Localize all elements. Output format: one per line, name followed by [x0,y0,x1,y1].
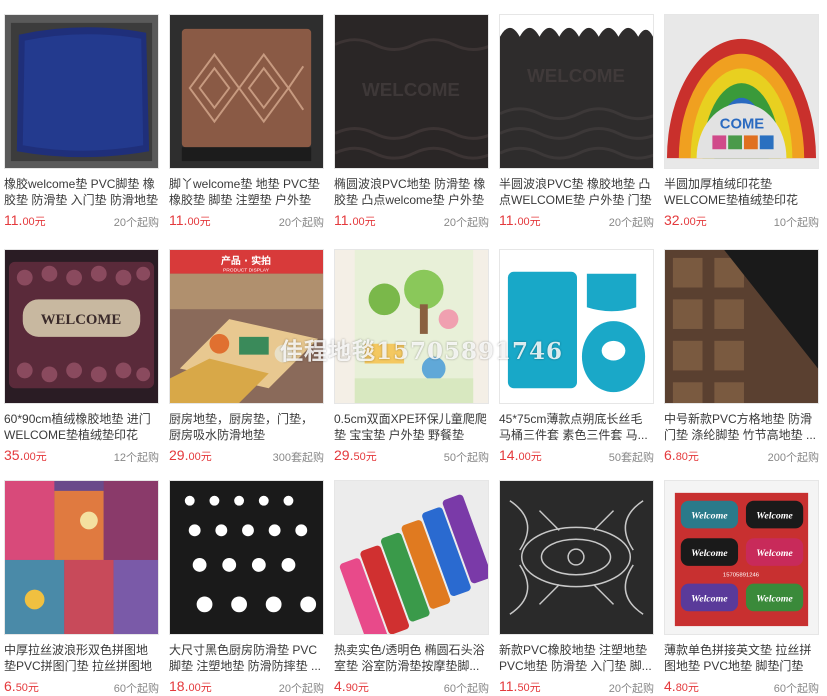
product-title[interactable]: 厨房地垫，厨房垫，门垫，厨房吸水防滑地垫 [169,411,324,443]
svg-text:Welcome: Welcome [756,548,793,559]
product-price: 6.80元 [664,447,699,463]
min-order: 20个起购 [278,217,324,229]
product-title[interactable]: 大尺寸黑色厨房防滑垫 PVC脚垫 注塑地垫 防滑防摔垫 ... [169,642,324,674]
min-order: 10个起购 [773,217,819,229]
min-order: 200个起购 [767,452,819,464]
svg-text:WELCOME: WELCOME [527,65,625,86]
product-image[interactable]: WELCOME [4,249,159,404]
product-image[interactable] [664,249,819,404]
diamond-pattern-doormat-icon [170,15,323,168]
watermark-text: 佳程地毯15705891746 [280,338,564,365]
product-price: 6.50元 [4,678,39,694]
product-price: 11.00元 [169,212,211,228]
product-image[interactable]: WELCOME [334,14,489,169]
black-hole-mat-icon [170,481,323,634]
product-title[interactable]: 中号新款PVC方格地垫 防滑门垫 涤纶脚垫 竹节高地垫 ... [664,411,819,443]
svg-text:产品 · 实拍: 产品 · 实拍 [221,254,271,267]
product-title[interactable]: 热卖实色/透明色 椭圆石头浴室垫 浴室防滑垫按摩垫脚... [334,642,489,674]
product-image[interactable] [499,480,654,635]
product-image[interactable]: COME [664,14,819,169]
floral-welcome-mat-icon: WELCOME [5,250,158,403]
min-order: 20个起购 [608,683,654,695]
svg-text:Welcome: Welcome [691,593,728,604]
svg-text:WELCOME: WELCOME [362,79,460,100]
min-order: 60个起购 [443,683,489,695]
product-price: 35.00元 [4,447,47,463]
product-image[interactable]: WELCOME [499,14,654,169]
product-image[interactable]: 产品 · 实拍 PRODUCT DISPLAY [169,249,324,404]
min-order: 60个起购 [113,683,159,695]
min-order: 50个起购 [443,452,489,464]
svg-text:15705891246: 15705891246 [723,573,760,579]
product-price: 11.00元 [334,212,376,228]
min-order: 20个起购 [113,217,159,229]
svg-text:Welcome: Welcome [691,548,728,559]
svg-text:Welcome: Welcome [756,593,793,604]
svg-text:COME: COME [720,117,765,133]
product-title[interactable]: 中厚拉丝波浪形双色拼图地垫PVC拼图门垫 拉丝拼图地垫 [4,642,159,674]
product-price: 18.00元 [169,678,212,694]
min-order: 60个起购 [773,683,819,695]
product-price: 32.00元 [664,212,707,228]
welcome-wave-doormat-icon: WELCOME [335,15,488,168]
product-image[interactable] [334,249,489,404]
product-price: 11.00元 [4,212,46,228]
product-title[interactable]: 0.5cm双面XPE环保儿童爬爬垫 宝宝垫 户外垫 野餐垫 [334,411,489,443]
product-price: 11.00元 [499,212,541,228]
kids-play-mat-icon [335,250,488,403]
bath-mat-set-icon [500,250,653,403]
blue-doormat-icon [5,15,158,168]
product-title[interactable]: 椭圆波浪PVC地垫 防滑垫 橡胶垫 凸点welcome垫 户外垫 [334,176,489,208]
svg-text:PRODUCT DISPLAY: PRODUCT DISPLAY [223,268,270,274]
product-image[interactable] [499,249,654,404]
min-order: 20个起购 [608,217,654,229]
lace-pattern-mat-icon [500,481,653,634]
bath-pebble-mat-icon [335,481,488,634]
product-image[interactable]: Welcome Welcome Welcome Welcome Welcome … [664,480,819,635]
min-order: 20个起购 [278,683,324,695]
product-title[interactable]: 半圆波浪PVC垫 橡胶地垫 凸点WELCOME垫 户外垫 门垫 [499,176,654,208]
product-image[interactable] [4,480,159,635]
product-price: 14.00元 [499,447,542,463]
min-order: 50套起购 [608,452,654,464]
product-title[interactable]: 橡胶welcome垫 PVC脚垫 橡胶垫 防滑垫 入门垫 防滑地垫 [4,176,159,208]
svg-text:Welcome: Welcome [691,511,728,522]
product-price: 29.50元 [334,447,377,463]
product-price: 29.00元 [169,447,212,463]
svg-text:WELCOME: WELCOME [41,312,122,328]
puzzle-mat-stack-icon [5,481,158,634]
product-price: 4.90元 [334,678,369,694]
rainbow-welcome-mat-icon: COME [665,15,818,168]
product-title[interactable]: 半圆加厚植绒印花垫 WELCOME垫植绒垫印花脚... [664,176,819,208]
min-order: 12个起购 [113,452,159,464]
product-title[interactable]: 新款PVC橡胶地垫 注塑地垫 PVC地垫 防滑垫 入门垫 脚... [499,642,654,674]
product-title[interactable]: 45*75cm薄款点朔底长丝毛马桶三件套 素色三件套 马... [499,411,654,443]
product-image[interactable] [169,480,324,635]
min-order: 20个起购 [443,217,489,229]
product-title[interactable]: 薄款单色拼接英文垫 拉丝拼图地垫 PVC地垫 脚垫门垫 [664,642,819,674]
product-price: 11.50元 [499,678,541,694]
kitchen-mat-icon: 产品 · 实拍 PRODUCT DISPLAY [170,250,323,403]
product-title[interactable]: 脚丫welcome垫 地垫 PVC垫 橡胶垫 脚垫 注塑垫 户外垫 [169,176,324,208]
product-price: 4.80元 [664,678,699,694]
welcome-color-mats-icon: Welcome Welcome Welcome Welcome Welcome … [665,481,818,634]
min-order: 300套起购 [272,452,324,464]
semicircle-wave-doormat-icon: WELCOME [500,15,653,168]
product-title[interactable]: 60*90cm植绒橡胶地垫 进门WELCOME垫植绒垫印花垫... [4,411,159,443]
product-image[interactable] [334,480,489,635]
svg-text:Welcome: Welcome [756,511,793,522]
pvc-grid-mat-icon [665,250,818,403]
product-image[interactable] [4,14,159,169]
product-image[interactable] [169,14,324,169]
